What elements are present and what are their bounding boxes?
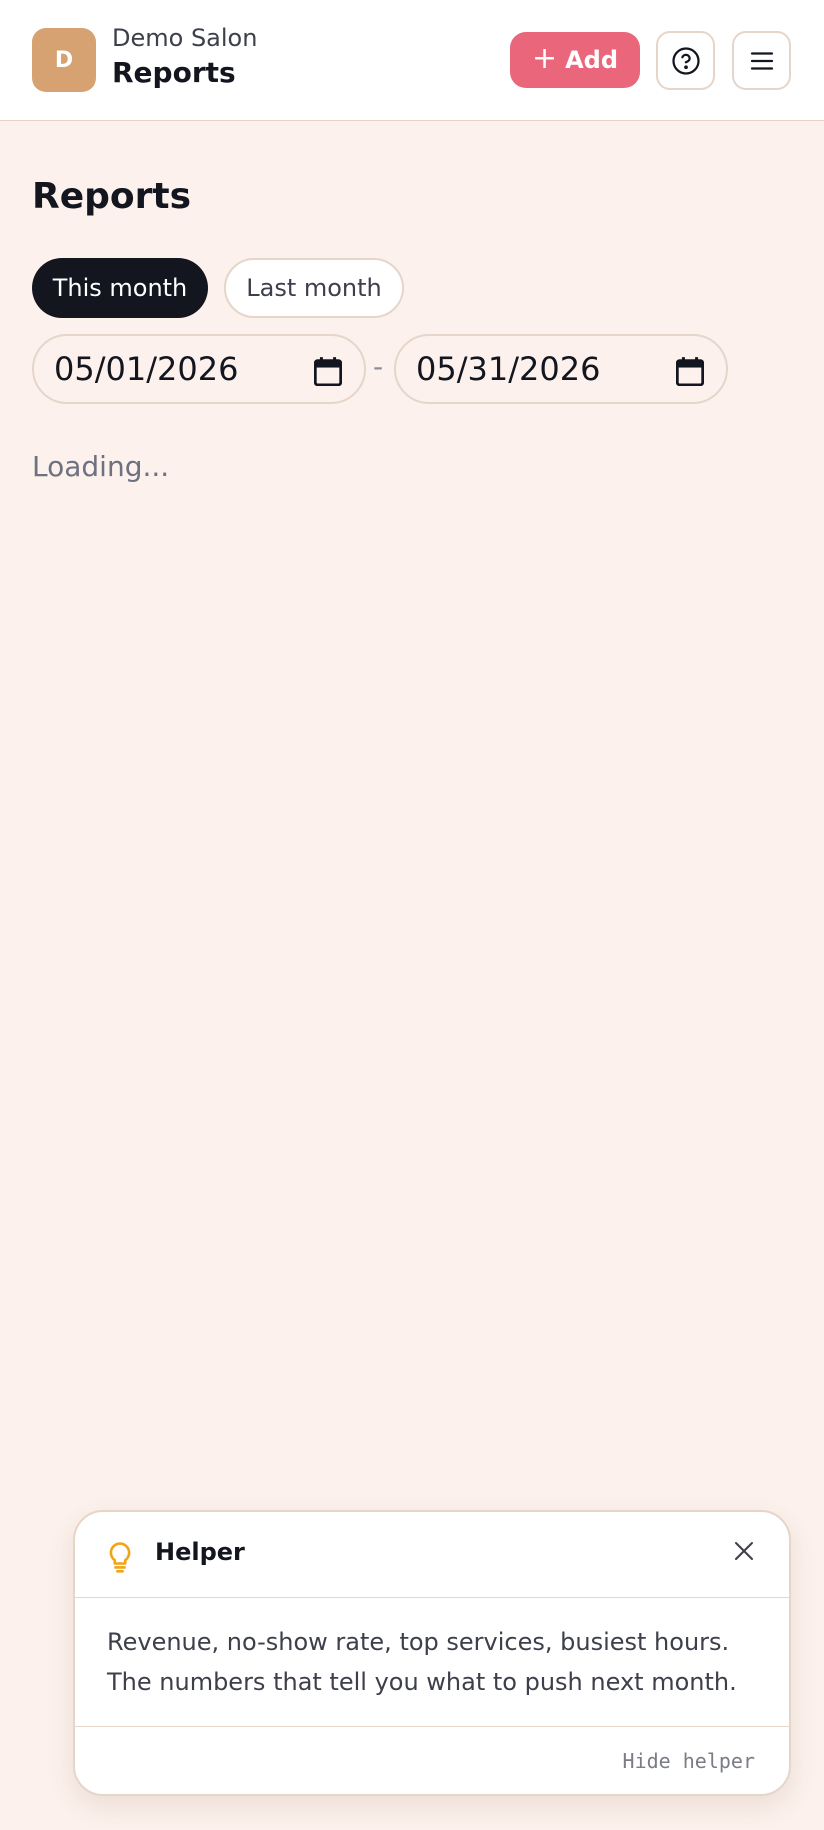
menu-button[interactable] xyxy=(732,31,791,90)
calendar-icon[interactable] xyxy=(676,356,704,386)
loading-status: Loading... xyxy=(32,450,170,483)
helper-title: Helper xyxy=(155,1538,245,1566)
calendar-icon[interactable] xyxy=(314,356,342,386)
help-button[interactable] xyxy=(656,31,715,90)
salon-name: Demo Salon xyxy=(112,24,258,52)
close-icon[interactable] xyxy=(733,1540,755,1562)
end-date-input[interactable]: 05/31/2026 xyxy=(394,334,728,404)
page-title: Reports xyxy=(32,176,192,217)
lightbulb-icon xyxy=(109,1542,131,1573)
range-this-month-button[interactable]: This month xyxy=(32,258,208,318)
start-date-value: 05/01/2026 xyxy=(54,350,239,388)
helper-panel: Helper Revenue, no-show rate, top servic… xyxy=(73,1510,791,1796)
helper-body-text: Revenue, no-show rate, top services, bus… xyxy=(107,1628,737,1696)
add-button[interactable]: + Add xyxy=(510,32,640,88)
date-range-separator: - xyxy=(373,350,384,383)
salon-avatar[interactable]: D xyxy=(32,28,96,92)
help-circle-icon xyxy=(671,46,700,75)
top-header: D Demo Salon Reports + Add xyxy=(0,0,824,121)
hamburger-menu-icon xyxy=(750,51,773,70)
range-last-month-button[interactable]: Last month xyxy=(224,258,404,318)
start-date-input[interactable]: 05/01/2026 xyxy=(32,334,366,404)
end-date-value: 05/31/2026 xyxy=(416,350,601,388)
add-button-label: Add xyxy=(565,46,619,74)
helper-header: Helper xyxy=(75,1512,789,1598)
plus-icon: + xyxy=(531,41,558,76)
helper-footer: Hide helper xyxy=(75,1726,789,1794)
header-page-title: Reports xyxy=(112,56,236,89)
hide-helper-link[interactable]: Hide helper xyxy=(623,1749,755,1773)
